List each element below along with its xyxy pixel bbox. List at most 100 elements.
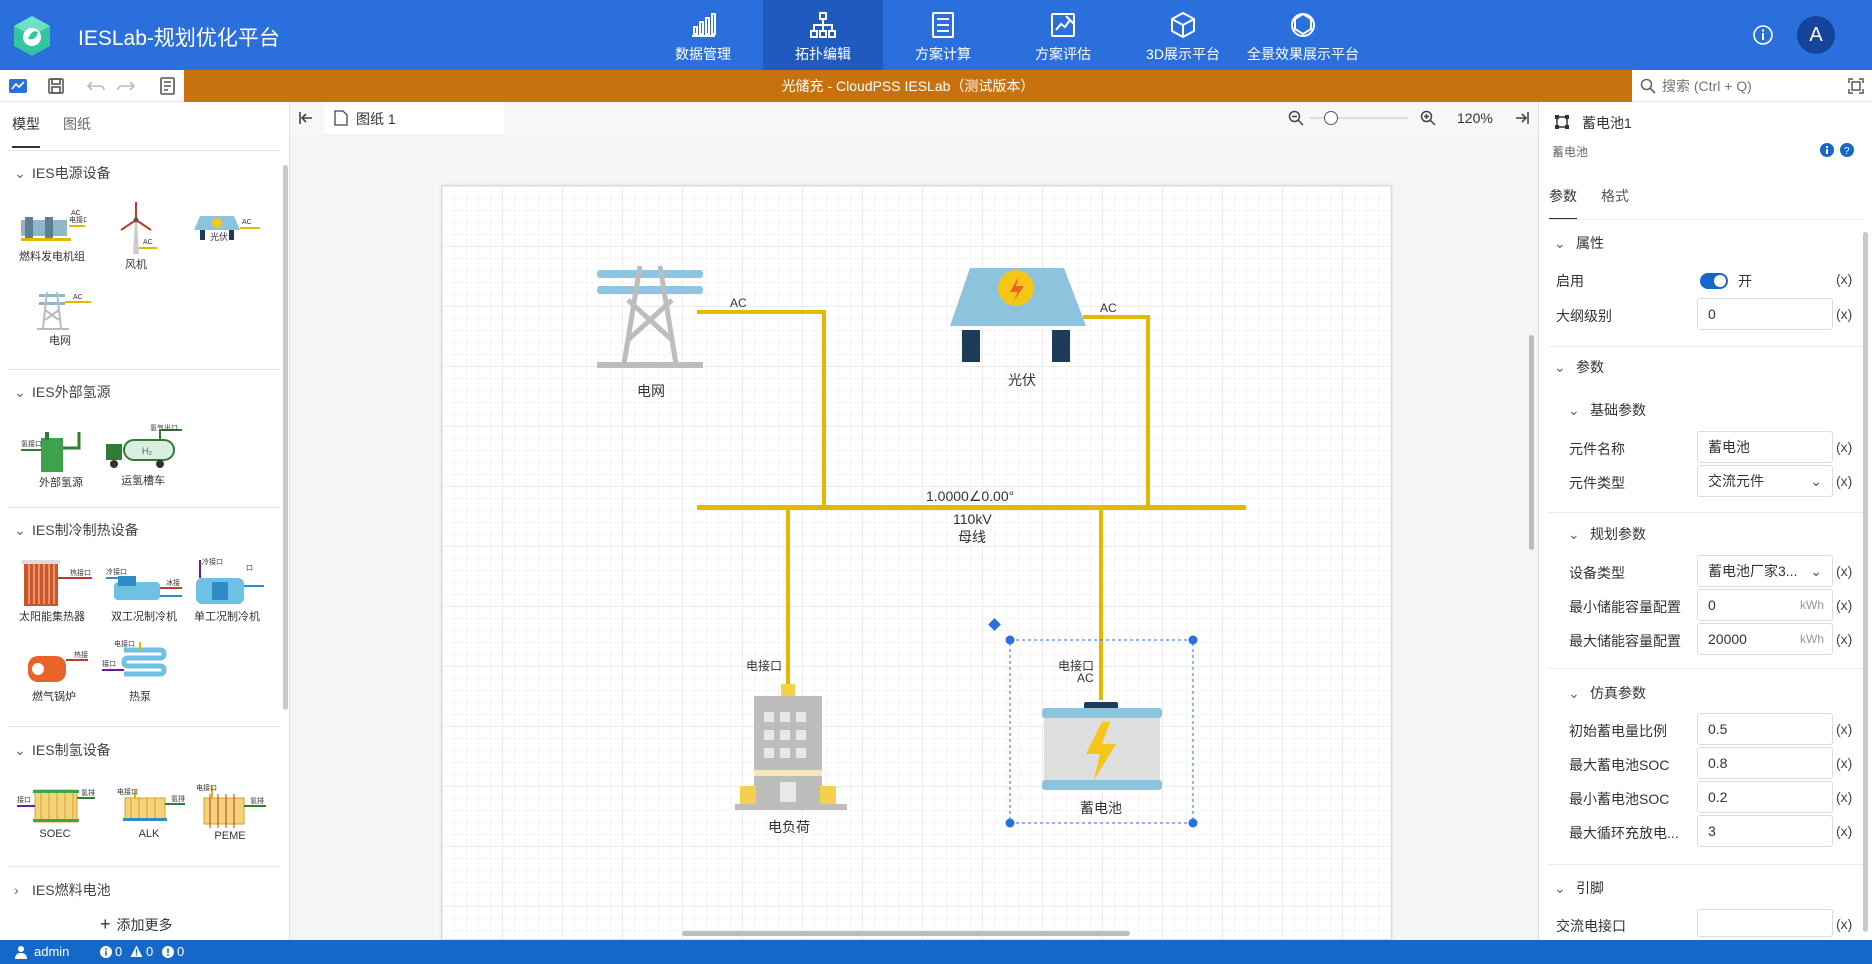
component-type-label: 元件类型 [1569, 475, 1625, 491]
component-type: 蓄电池 [1552, 145, 1589, 159]
section-title: 引脚 [1576, 880, 1604, 896]
component-icon [1555, 115, 1569, 129]
device-type-value: 蓄电池厂家3... [1708, 563, 1798, 579]
section-title: 规划参数 [1590, 526, 1646, 542]
section-planning-params[interactable]: ⌄ 规划参数 [1568, 524, 1646, 544]
max-soc-input[interactable]: 0.8 [1697, 747, 1833, 779]
bus-bar[interactable] [697, 505, 1246, 510]
min-soc-label: 最小蓄电池SOC [1569, 791, 1670, 807]
section-attributes[interactable]: ⌄ 属性 [1554, 233, 1604, 253]
pv-node[interactable] [950, 268, 1086, 362]
ac-port-label: 交流电接口 [1556, 918, 1626, 934]
expression-button[interactable]: (x) [1836, 721, 1852, 737]
grid-node[interactable] [597, 265, 703, 368]
error-icon [162, 946, 174, 958]
chevron-down-icon: ⌄ [1554, 880, 1566, 896]
max-cycles-input[interactable]: 3 [1697, 815, 1833, 847]
divider [1548, 346, 1864, 347]
component-title[interactable]: 蓄电池1 [1582, 113, 1632, 133]
chevron-down-icon: ⌄ [1554, 359, 1566, 375]
section-simulation-params[interactable]: ⌄ 仿真参数 [1568, 683, 1646, 703]
initial-charge-label: 初始蓄电量比例 [1569, 723, 1667, 739]
section-title: 仿真参数 [1590, 685, 1646, 701]
bus-value-label: 1.0000∠0.00° [926, 488, 1015, 504]
properties-scrollbar[interactable] [1863, 232, 1868, 932]
expression-button[interactable]: (x) [1836, 916, 1852, 932]
chevron-down-icon: ⌄ [1810, 563, 1822, 579]
expression-button[interactable]: (x) [1836, 631, 1852, 647]
expression-button[interactable]: (x) [1836, 755, 1852, 771]
chevron-down-icon: ⌄ [1554, 235, 1566, 251]
section-pins[interactable]: ⌄ 引脚 [1554, 878, 1604, 898]
battery-ac-label: AC [1077, 671, 1094, 685]
chevron-down-icon: ⌄ [1568, 526, 1580, 542]
warning-icon [130, 945, 143, 957]
canvas-horizontal-scrollbar[interactable] [682, 931, 1130, 936]
bus-name-label: 母线 [958, 529, 986, 545]
info-count[interactable]: 0 [115, 944, 122, 959]
info-circle-icon[interactable] [1820, 143, 1834, 157]
max-cycles-label: 最大循环充放电... [1569, 825, 1679, 841]
max-capacity-label: 最大储能容量配置 [1569, 633, 1681, 649]
battery-node[interactable] [1042, 702, 1162, 790]
max-soc-label: 最大蓄电池SOC [1569, 757, 1670, 773]
ac-port-input[interactable] [1697, 909, 1833, 937]
expression-button[interactable]: (x) [1836, 789, 1852, 805]
component-name-label: 元件名称 [1569, 441, 1625, 457]
expression-button[interactable]: (x) [1836, 439, 1852, 455]
bus-voltage-label: 110kV [953, 511, 992, 527]
section-title: 属性 [1576, 235, 1604, 251]
expression-button[interactable]: (x) [1836, 823, 1852, 839]
grid-wire[interactable] [697, 310, 826, 508]
chevron-down-icon: ⌄ [1810, 473, 1822, 489]
section-title: 基础参数 [1590, 402, 1646, 418]
canvas-vertical-scrollbar[interactable] [1529, 335, 1534, 550]
current-user[interactable]: admin [34, 944, 69, 959]
load-node[interactable] [735, 684, 847, 810]
chevron-down-icon: ⌄ [1568, 685, 1580, 701]
unit-label: kWh [1800, 632, 1824, 646]
enable-label: 启用 [1556, 273, 1584, 289]
expression-button[interactable]: (x) [1836, 597, 1852, 613]
enable-state: 开 [1738, 273, 1752, 289]
component-type-select[interactable]: 交流元件 ⌄ [1697, 465, 1833, 497]
enable-toggle[interactable] [1700, 273, 1728, 289]
battery-label: 蓄电池 [1080, 800, 1122, 816]
expression-button[interactable]: (x) [1836, 563, 1852, 579]
divider [1548, 864, 1864, 865]
expression-button[interactable]: (x) [1836, 473, 1852, 489]
pv-wire[interactable] [1083, 315, 1150, 508]
component-name-input[interactable]: 蓄电池 [1697, 431, 1833, 463]
outline-level-input[interactable]: 0 [1697, 298, 1833, 330]
device-type-select[interactable]: 蓄电池厂家3... ⌄ [1697, 555, 1833, 587]
pv-label: 光伏 [1008, 372, 1036, 388]
status-bar: admin 0 0 0 [0, 940, 1872, 964]
svg-text:?: ? [1844, 146, 1850, 157]
tab-params[interactable]: 参数 [1549, 186, 1577, 206]
divider [1548, 668, 1864, 669]
min-soc-input[interactable]: 0.2 [1697, 781, 1833, 813]
expression-button[interactable]: (x) [1836, 306, 1852, 322]
divider [1548, 219, 1864, 220]
help-circle-icon[interactable]: ? [1840, 143, 1854, 157]
error-count[interactable]: 0 [177, 944, 184, 959]
divider [1548, 512, 1864, 513]
pv-ac-label: AC [1100, 301, 1117, 315]
device-type-label: 设备类型 [1569, 565, 1625, 581]
section-parameters[interactable]: ⌄ 参数 [1554, 357, 1604, 377]
tab-format[interactable]: 格式 [1601, 186, 1629, 206]
expression-button[interactable]: (x) [1836, 271, 1852, 287]
user-icon [15, 946, 27, 959]
load-label: 电负荷 [768, 819, 810, 835]
unit-label: kWh [1800, 598, 1824, 612]
outline-level-label: 大纲级别 [1556, 308, 1612, 324]
section-title: 参数 [1576, 359, 1604, 375]
initial-charge-input[interactable]: 0.5 [1697, 713, 1833, 745]
component-type-value: 交流元件 [1708, 473, 1764, 489]
chevron-down-icon: ⌄ [1568, 402, 1580, 418]
grid-label: 电网 [637, 383, 665, 399]
section-basic-params[interactable]: ⌄ 基础参数 [1568, 400, 1646, 420]
min-capacity-label: 最小储能容量配置 [1569, 599, 1681, 615]
warning-count[interactable]: 0 [146, 944, 153, 959]
grid-ac-label: AC [730, 296, 747, 310]
